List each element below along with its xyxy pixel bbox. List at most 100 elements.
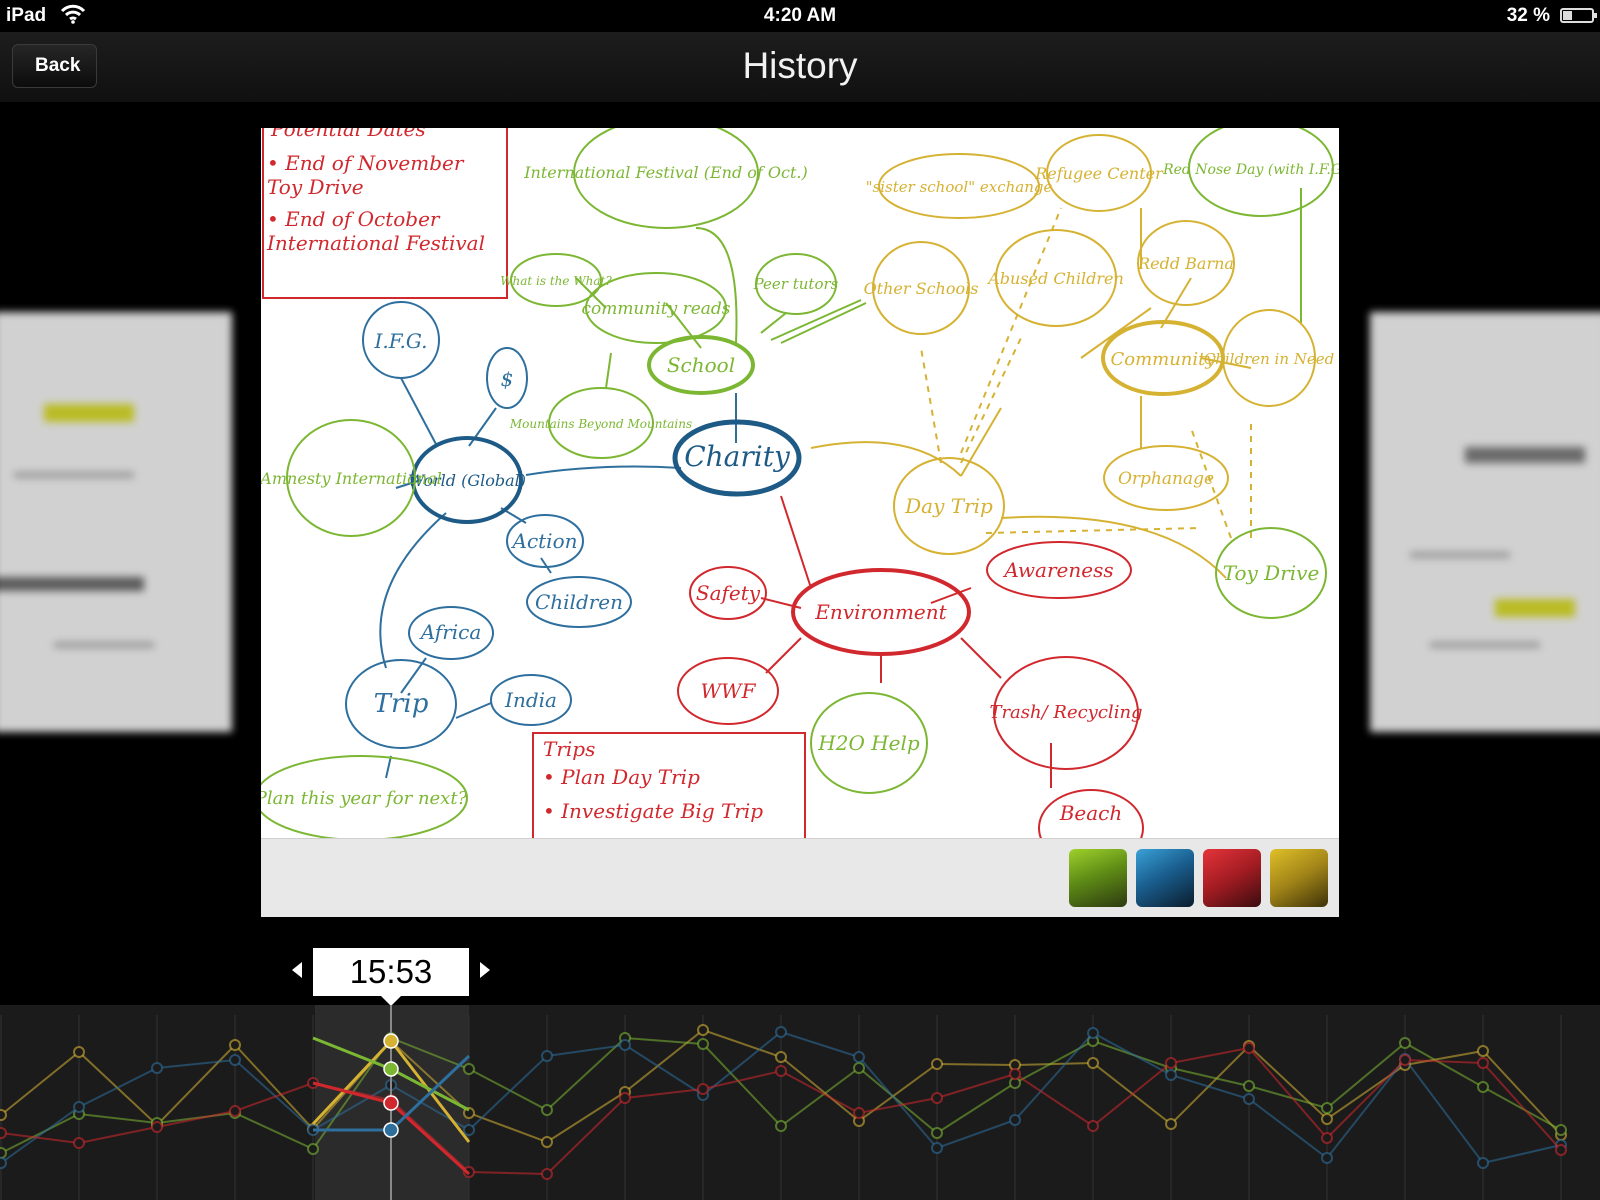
node-beach: Beach bbox=[1059, 801, 1123, 825]
timeline-point bbox=[1399, 1054, 1411, 1066]
node-amnesty: Amnesty International bbox=[261, 469, 442, 488]
navigation-bar: Back History bbox=[0, 32, 1600, 103]
timeline-point bbox=[1477, 1057, 1489, 1069]
node-dollar: $ bbox=[501, 367, 514, 391]
timeline-point bbox=[1087, 1057, 1099, 1069]
timeline-point bbox=[1321, 1152, 1333, 1164]
node-charity: Charity bbox=[684, 440, 791, 473]
timeline-point bbox=[1009, 1114, 1021, 1126]
node-mountains: Mountains Beyond Mountains bbox=[509, 417, 692, 431]
timeline-point bbox=[853, 1051, 865, 1063]
timeline-current-point bbox=[383, 1061, 399, 1077]
node-environment: Environment bbox=[814, 600, 947, 624]
timeline-point bbox=[229, 1105, 241, 1117]
node-what-is: What is the What? bbox=[500, 274, 612, 288]
timeline-point bbox=[1009, 1068, 1021, 1080]
timeline-point bbox=[1165, 1118, 1177, 1130]
node-plan-this-year: Plan this year for next? bbox=[261, 788, 468, 809]
node-peer-tutors: Peer tutors bbox=[753, 275, 839, 293]
timeline-point bbox=[73, 1101, 85, 1113]
node-trip: Trip bbox=[374, 689, 429, 719]
timeline-point bbox=[1243, 1042, 1255, 1054]
timeline-point bbox=[1399, 1037, 1411, 1049]
node-children: Children bbox=[535, 590, 623, 614]
whiteboard-snapshot[interactable]: Potential Dates • End of November Toy Dr… bbox=[261, 128, 1339, 917]
timeline-point bbox=[1321, 1102, 1333, 1114]
activity-timeline[interactable] bbox=[0, 1005, 1600, 1200]
timeline-point bbox=[697, 1038, 709, 1050]
timeline-point bbox=[697, 1024, 709, 1036]
battery-icon bbox=[1560, 8, 1597, 23]
timeline-point bbox=[0, 1127, 7, 1139]
node-india: India bbox=[504, 688, 557, 712]
node-other-schools: Other Schools bbox=[864, 279, 979, 298]
timeline-current-point bbox=[383, 1122, 399, 1138]
timeline-point bbox=[1477, 1045, 1489, 1057]
timeline-point bbox=[1243, 1080, 1255, 1092]
timeline-point bbox=[853, 1062, 865, 1074]
participant-avatar-red[interactable] bbox=[1203, 849, 1261, 907]
node-community-reads: community reads bbox=[581, 299, 730, 319]
node-international-festival: International Festival (End of Oct.) bbox=[523, 163, 808, 182]
timeline-point bbox=[229, 1039, 241, 1051]
node-refugee: Refugee Center bbox=[1034, 164, 1164, 183]
timeline-point bbox=[151, 1062, 163, 1074]
page-title: History bbox=[742, 45, 858, 86]
trips-line-1: • Plan Day Trip bbox=[543, 765, 700, 789]
timeline-point bbox=[775, 1026, 787, 1038]
node-abused-children: Abused Children bbox=[986, 269, 1124, 288]
next-snapshot-thumbnail[interactable] bbox=[1370, 312, 1600, 732]
note-line-3: • End of October bbox=[267, 207, 441, 231]
timeline-current-point bbox=[383, 1095, 399, 1111]
node-action: Action bbox=[511, 529, 578, 553]
timeline-point bbox=[229, 1054, 241, 1066]
timeline-point bbox=[1477, 1081, 1489, 1093]
mind-map: Potential Dates • End of November Toy Dr… bbox=[261, 128, 1339, 838]
timeline-point bbox=[1087, 1120, 1099, 1132]
participant-avatar-blue[interactable] bbox=[1136, 849, 1194, 907]
timeline-point bbox=[697, 1083, 709, 1095]
timeline-point bbox=[541, 1136, 553, 1148]
timeline-point bbox=[931, 1092, 943, 1104]
note-line-0: Potential Dates bbox=[270, 128, 426, 141]
timeline-point bbox=[1555, 1144, 1567, 1156]
node-red-nose: Red Nose Day (with I.F.G.?) bbox=[1162, 162, 1339, 178]
timeline-point bbox=[541, 1104, 553, 1116]
timeline-point bbox=[619, 1092, 631, 1104]
timestamp-label: 15:53 bbox=[313, 948, 469, 1006]
next-step-icon[interactable] bbox=[480, 962, 490, 978]
timeline-point bbox=[1321, 1132, 1333, 1144]
timeline-point bbox=[307, 1143, 319, 1155]
timeline-point bbox=[73, 1137, 85, 1149]
participant-avatar-green[interactable] bbox=[1069, 849, 1127, 907]
trips-line-2: • Investigate Big Trip bbox=[543, 799, 763, 823]
node-africa: Africa bbox=[419, 620, 482, 644]
timeline-point bbox=[775, 1051, 787, 1063]
node-safety: Safety bbox=[696, 581, 761, 605]
timeline-point bbox=[151, 1121, 163, 1133]
timeline-point bbox=[775, 1065, 787, 1077]
node-community: Community bbox=[1110, 349, 1216, 370]
node-wwf: WWF bbox=[701, 679, 757, 703]
node-h2o-help: H2O Help bbox=[817, 731, 920, 755]
previous-step-icon[interactable] bbox=[292, 962, 302, 978]
timeline-point bbox=[73, 1046, 85, 1058]
timeline-point bbox=[0, 1109, 7, 1121]
timeline-point bbox=[541, 1050, 553, 1062]
timeline-point bbox=[1243, 1093, 1255, 1105]
timeline-point bbox=[1555, 1124, 1567, 1136]
timeline-point bbox=[463, 1063, 475, 1075]
note-line-1: • End of November bbox=[267, 151, 465, 175]
timeline-point bbox=[1165, 1069, 1177, 1081]
timeline-point bbox=[0, 1147, 7, 1159]
timestamp-value: 15:53 bbox=[349, 953, 433, 990]
timeline-point bbox=[931, 1127, 943, 1139]
trips-line-0: Trips bbox=[543, 737, 595, 761]
participant-avatar-yellow[interactable] bbox=[1270, 849, 1328, 907]
node-children-in-need: Children in Need bbox=[1204, 350, 1335, 368]
note-line-2: Toy Drive bbox=[267, 175, 364, 199]
previous-snapshot-thumbnail[interactable] bbox=[0, 312, 232, 732]
timeline-point bbox=[541, 1168, 553, 1180]
timeline-point bbox=[853, 1107, 865, 1119]
timeline-point bbox=[619, 1039, 631, 1051]
